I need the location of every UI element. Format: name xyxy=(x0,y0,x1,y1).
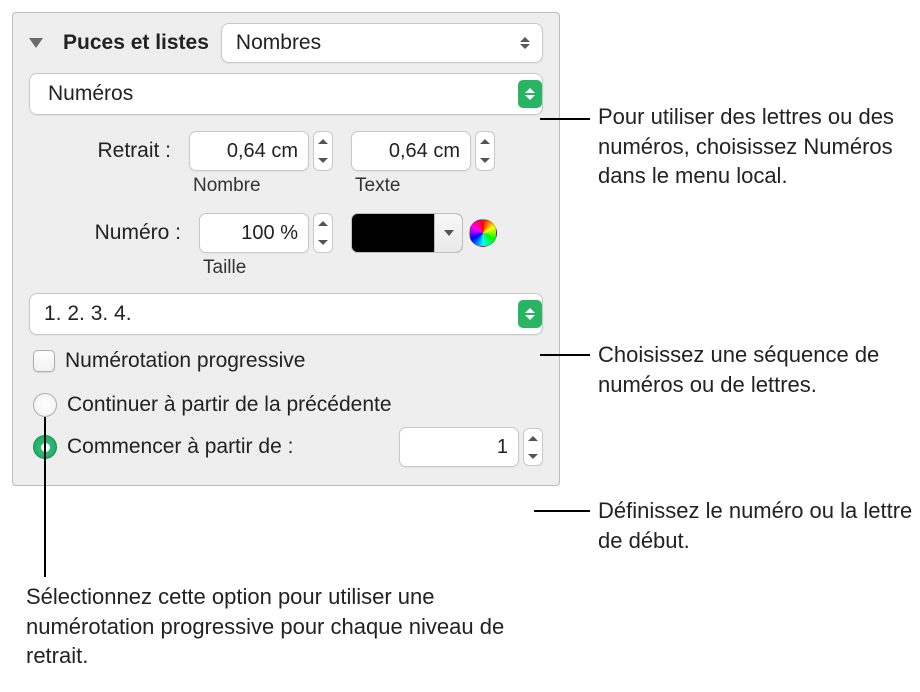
tiered-numbers-checkbox[interactable] xyxy=(33,350,55,372)
number-indent-stepper[interactable] xyxy=(189,131,333,171)
popup-indicator-button xyxy=(518,300,542,328)
list-style-popup-label: Nombres xyxy=(236,31,321,55)
color-swatch xyxy=(352,214,434,252)
annotated-panel-figure: Puces et listes Nombres Numéros Retrait … xyxy=(12,12,908,680)
chevron-updown-icon xyxy=(523,85,537,103)
continue-from-previous-label: Continuer à partir de la précédente xyxy=(67,393,392,417)
text-indent-stepper[interactable] xyxy=(351,131,495,171)
chevron-updown-icon xyxy=(518,34,532,52)
leader-line xyxy=(534,510,590,512)
list-style-popup[interactable]: Nombres xyxy=(221,23,543,63)
number-size-field[interactable] xyxy=(199,213,309,253)
number-format-popup-label: Numéros xyxy=(44,82,133,106)
continue-from-previous-radio[interactable] xyxy=(33,393,57,417)
start-from-field[interactable] xyxy=(399,427,519,467)
callout-tiered: Sélectionnez cette option pour utiliser … xyxy=(26,582,526,671)
number-indent-caption: Nombre xyxy=(189,175,261,197)
stepper-buttons[interactable] xyxy=(475,131,495,171)
text-indent-field[interactable] xyxy=(351,131,471,171)
number-indent-field[interactable] xyxy=(189,131,309,171)
indent-label: Retrait : xyxy=(85,131,171,163)
section-title: Puces et listes xyxy=(63,31,209,55)
stepper-buttons[interactable] xyxy=(523,428,543,466)
callout-sequence: Choisissez une séquence de numéros ou de… xyxy=(598,340,918,399)
callout-start: Définissez le numéro ou la lettre de déb… xyxy=(598,496,918,555)
stepper-buttons[interactable] xyxy=(313,131,333,171)
chevron-updown-icon xyxy=(523,305,537,323)
start-from-stepper[interactable] xyxy=(399,427,543,467)
start-from-radio[interactable] xyxy=(33,435,57,459)
stepper-buttons[interactable] xyxy=(313,213,333,253)
popup-indicator-button xyxy=(518,80,542,108)
sequence-popup[interactable]: 1. 2. 3. 4. xyxy=(29,293,543,335)
number-color-well[interactable] xyxy=(351,213,463,253)
bullets-and-lists-panel: Puces et listes Nombres Numéros Retrait … xyxy=(12,12,560,486)
number-format-popup[interactable]: Numéros xyxy=(29,73,543,115)
number-size-stepper[interactable] xyxy=(199,213,333,253)
callout-format: Pour utiliser des lettres ou des numéros… xyxy=(598,102,918,191)
number-size-caption: Taille xyxy=(199,257,246,279)
tiered-numbers-label: Numérotation progressive xyxy=(65,349,305,373)
disclosure-triangle-icon[interactable] xyxy=(29,38,43,48)
color-wheel-icon[interactable] xyxy=(469,219,497,247)
number-size-label: Numéro : xyxy=(85,213,181,245)
text-indent-caption: Texte xyxy=(351,175,400,197)
sequence-popup-label: 1. 2. 3. 4. xyxy=(44,302,132,326)
start-from-label: Commencer à partir de : xyxy=(67,435,293,459)
color-dropdown-arrow[interactable] xyxy=(434,214,462,252)
